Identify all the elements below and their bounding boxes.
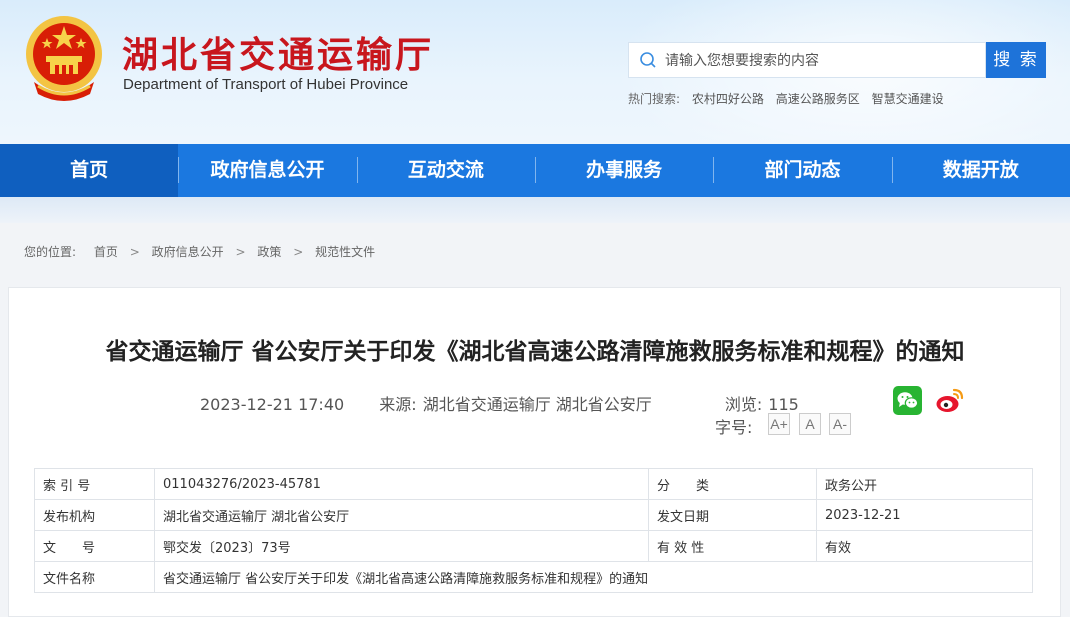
- table-cell-value: 省交通运输厅 省公安厅关于印发《湖北省高速公路清障施救服务标准和规程》的通知: [154, 561, 1033, 593]
- search-box: [628, 42, 986, 79]
- nav-item-interaction[interactable]: 互动交流: [356, 144, 535, 197]
- source-label: 来源:: [379, 395, 417, 414]
- publish-datetime: 2023-12-21 17:40: [200, 395, 345, 414]
- table-row: 文件名称 省交通运输厅 省公安厅关于印发《湖北省高速公路清障施救服务标准和规程》…: [34, 561, 1033, 593]
- font-decrease-button[interactable]: A-: [829, 413, 851, 435]
- table-row: 发布机构 湖北省交通运输厅 湖北省公安厅 发文日期 2023-12-21: [34, 499, 1033, 531]
- views-count: 115: [768, 395, 799, 414]
- table-cell-value: 湖北省交通运输厅 湖北省公安厅: [154, 499, 649, 531]
- table-cell-value: 有效: [816, 530, 1033, 562]
- breadcrumb-label: 您的位置:: [24, 245, 77, 259]
- wechat-icon[interactable]: [893, 386, 922, 415]
- breadcrumb-item-home[interactable]: 首页: [94, 245, 118, 259]
- hot-search: 热门搜索: 农村四好公路 高速公路服务区 智慧交通建设: [628, 90, 952, 107]
- table-cell-label: 发布机构: [34, 499, 155, 531]
- font-default-button[interactable]: A: [799, 413, 821, 435]
- table-row: 文 号 鄂交发〔2023〕73号 有 效 性 有效: [34, 530, 1033, 562]
- table-cell-label: 文 号: [34, 530, 155, 562]
- article-meta: 2023-12-21 17:40 来源: 湖北省交通运输厅 湖北省公安厅 浏览: 1…: [200, 391, 859, 415]
- hot-search-label: 热门搜索:: [628, 92, 681, 106]
- breadcrumb-item-policy[interactable]: 政策: [257, 245, 281, 259]
- views-label: 浏览:: [724, 395, 763, 414]
- document-info-table: 索 引 号 011043276/2023-45781 分 类 政务公开 发布机构…: [34, 468, 1033, 593]
- hot-search-item[interactable]: 农村四好公路: [692, 92, 764, 106]
- table-cell-label: 分 类: [648, 468, 817, 500]
- breadcrumb-item-normative[interactable]: 规范性文件: [315, 245, 375, 259]
- nav-item-home[interactable]: 首页: [0, 144, 179, 197]
- table-cell-value: 鄂交发〔2023〕73号: [154, 530, 649, 562]
- breadcrumb-item-gov-info[interactable]: 政府信息公开: [152, 245, 224, 259]
- nav-item-services[interactable]: 办事服务: [534, 144, 713, 197]
- search-input[interactable]: [663, 43, 977, 79]
- table-cell-label: 有 效 性: [648, 530, 817, 562]
- breadcrumb-separator: >: [235, 245, 246, 259]
- search-icon: [640, 52, 656, 68]
- article-title: 省交通运输厅 省公安厅关于印发《湖北省高速公路清障施救服务标准和规程》的通知: [105, 339, 965, 365]
- nav-item-news[interactable]: 部门动态: [713, 144, 891, 197]
- source-value: 湖北省交通运输厅 湖北省公安厅: [422, 395, 652, 414]
- nav-item-open-data[interactable]: 数据开放: [891, 144, 1070, 197]
- site-header: 湖北省交通运输厅 Department of Transport of Hube…: [0, 0, 1070, 144]
- national-emblem-logo[interactable]: [20, 12, 108, 104]
- breadcrumb: 您的位置: 首页 > 政府信息公开 > 政策 > 规范性文件: [24, 243, 375, 260]
- search-button[interactable]: 搜 索: [986, 42, 1046, 78]
- table-cell-label: 发文日期: [648, 499, 817, 531]
- table-cell-label: 索 引 号: [34, 468, 155, 500]
- font-size-label: 字号:: [715, 418, 753, 437]
- table-cell-value: 2023-12-21: [816, 499, 1033, 531]
- table-row: 索 引 号 011043276/2023-45781 分 类 政务公开: [34, 468, 1033, 500]
- nav-item-gov-info[interactable]: 政府信息公开: [178, 144, 356, 197]
- breadcrumb-separator: >: [293, 245, 304, 259]
- hot-search-item[interactable]: 智慧交通建设: [872, 92, 944, 106]
- site-subtitle: Department of Transport of Hubei Provinc…: [123, 76, 409, 93]
- hot-search-item[interactable]: 高速公路服务区: [776, 92, 860, 106]
- site-title[interactable]: 湖北省交通运输厅: [122, 26, 434, 78]
- weibo-icon[interactable]: [935, 386, 964, 415]
- main-nav: 首页 政府信息公开 互动交流 办事服务 部门动态 数据开放: [0, 144, 1070, 197]
- table-cell-value: 011043276/2023-45781: [154, 468, 649, 500]
- table-cell-label: 文件名称: [34, 561, 155, 593]
- sub-banner: [0, 197, 1070, 223]
- font-increase-button[interactable]: A+: [768, 413, 790, 435]
- breadcrumb-separator: >: [129, 245, 140, 259]
- table-cell-value: 政务公开: [816, 468, 1033, 500]
